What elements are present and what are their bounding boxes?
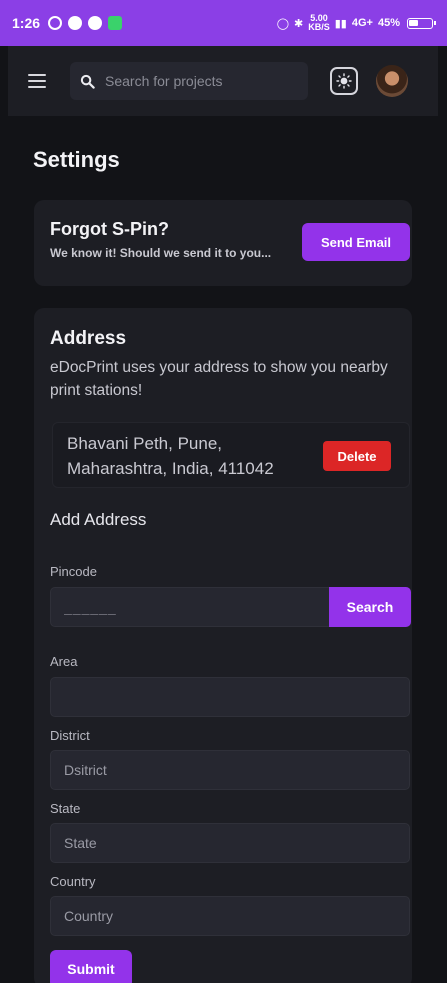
alarm-icon: ◯ — [276, 17, 290, 30]
district-label: District — [50, 728, 90, 743]
search-icon — [80, 74, 95, 89]
area-input[interactable] — [50, 677, 410, 717]
saved-address-text: Bhavani Peth, Pune, Maharashtra, India, … — [67, 434, 274, 478]
avatar[interactable] — [376, 65, 408, 97]
status-bar: 1:26 ◯ ✱ 5.00 KB/S ▮▮ 4G+ 45% — [0, 0, 447, 46]
search-bar[interactable] — [70, 62, 308, 100]
forgot-spin-subtitle: We know it! Should we send it to you... — [50, 246, 272, 260]
signal-icon: ▮▮ — [334, 17, 347, 30]
pincode-input[interactable] — [50, 587, 330, 627]
battery-percent: 45% — [377, 17, 400, 29]
search-input[interactable] — [105, 73, 295, 89]
network-speed-unit: KB/S — [308, 22, 330, 32]
address-heading: Address — [50, 328, 127, 349]
address-description: eDocPrint uses your address to show you … — [50, 359, 388, 399]
pincode-label: Pincode — [50, 564, 97, 579]
submit-button[interactable]: Submit — [50, 950, 132, 983]
address-card: Address eDocPrint uses your address to s… — [34, 308, 412, 983]
battery-icon — [407, 17, 436, 29]
area-label: Area — [50, 654, 78, 669]
whatsapp-icon — [48, 16, 63, 30]
app-header — [8, 46, 438, 116]
theme-toggle-icon[interactable] — [330, 67, 358, 95]
sun-icon — [336, 73, 352, 89]
add-address-heading: Add Address — [50, 510, 147, 529]
country-input[interactable] — [50, 896, 410, 936]
settings-page: Settings Forgot S-Pin? We know it! Shoul… — [8, 116, 438, 983]
bluetooth-icon: ✱ — [294, 17, 304, 30]
saved-address: Bhavani Peth, Pune, Maharashtra, India, … — [52, 422, 410, 488]
country-label: Country — [50, 874, 96, 889]
menu-icon[interactable] — [28, 74, 46, 88]
heart-icon — [68, 16, 83, 30]
network-type: 4G+ — [351, 17, 373, 29]
pincode-search-button[interactable]: Search — [329, 587, 411, 627]
state-label: State — [50, 801, 81, 816]
forgot-spin-heading: Forgot S-Pin? — [50, 219, 169, 239]
state-input[interactable] — [50, 823, 410, 863]
send-email-button[interactable]: Send Email — [302, 223, 410, 261]
district-input[interactable] — [50, 750, 410, 790]
status-time: 1:26 — [12, 15, 41, 31]
delete-address-button[interactable]: Delete — [323, 441, 391, 471]
message-icon — [88, 16, 103, 30]
page-title: Settings — [33, 147, 120, 172]
forgot-spin-card: Forgot S-Pin? We know it! Should we send… — [34, 200, 412, 286]
phone-app-icon — [108, 16, 123, 30]
network-speed: 5.00 KB/S — [308, 14, 330, 32]
